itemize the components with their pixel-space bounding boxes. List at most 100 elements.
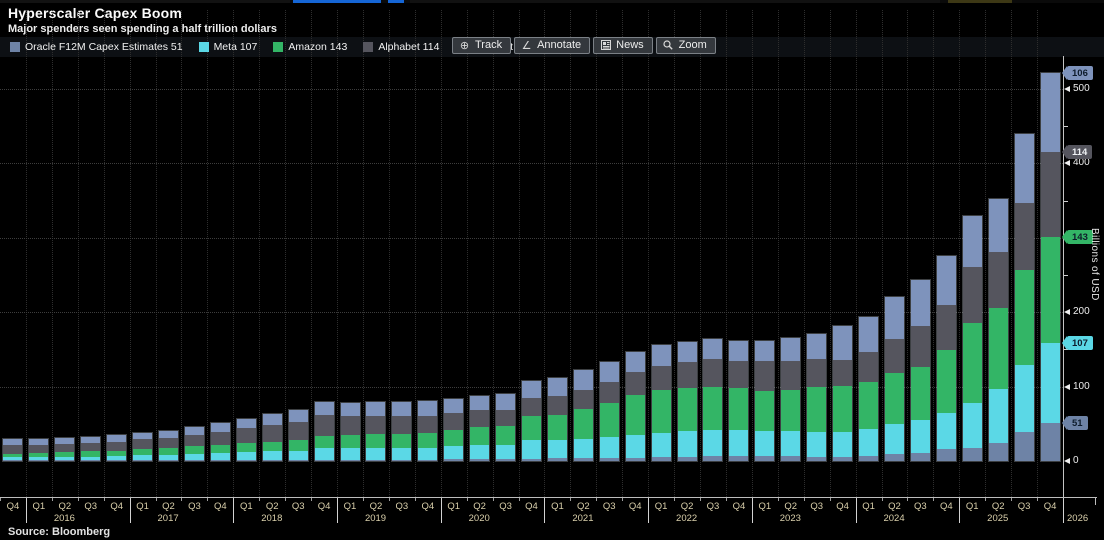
vertical-gridline (596, 10, 598, 497)
bar-segment-meta (496, 444, 516, 459)
x-axis-end-tick (1095, 498, 1096, 505)
bar-segment-meta (936, 413, 956, 450)
bar-segment-meta (729, 430, 749, 456)
bar-stack[interactable] (262, 414, 282, 461)
vertical-gridline (855, 10, 857, 497)
bar-stack[interactable] (81, 437, 101, 461)
bar-stack[interactable] (522, 380, 541, 461)
quarter-label: Q2 (680, 501, 694, 512)
bar-segment-amazon (573, 408, 593, 439)
bar-stack[interactable] (159, 430, 179, 461)
bar-segment-alphabet (625, 371, 645, 395)
y-axis-line (1063, 56, 1064, 497)
quarter-label: Q1 (32, 501, 46, 512)
bar-stack[interactable] (910, 279, 930, 461)
bar-segment-alphabet (988, 251, 1008, 309)
bar-stack[interactable] (573, 370, 593, 461)
plot-area (0, 10, 1063, 497)
bar-segment-oracle (833, 456, 853, 461)
quarter-label: Q3 (706, 501, 720, 512)
legend-swatch (198, 42, 209, 52)
legend-item-alphabet[interactable]: Alphabet 114 (363, 41, 439, 53)
bar-stack[interactable] (55, 437, 75, 461)
year-boundary-tick (544, 498, 546, 523)
bar-segment-alphabet (547, 396, 567, 415)
bar-stack[interactable] (314, 402, 334, 461)
bar-stack[interactable] (133, 432, 153, 461)
bar-stack[interactable] (625, 351, 645, 461)
bar-segment-amazon (884, 373, 904, 424)
bar-segment-oracle (599, 458, 619, 461)
bar-segment-amazon (988, 308, 1008, 389)
bar-segment-oracle (470, 458, 490, 461)
bar-stack[interactable] (470, 395, 490, 461)
bar-segment-meta (288, 450, 308, 460)
bar-segment-alphabet (418, 416, 438, 433)
bar-stack[interactable] (236, 418, 256, 461)
bar-segment-meta (910, 420, 930, 453)
bar-stack[interactable] (29, 438, 49, 461)
legend-item-meta[interactable]: Meta 107 (198, 41, 257, 53)
bar-segment-microsoft (599, 362, 619, 383)
bar-stack[interactable] (340, 403, 360, 461)
bar-stack[interactable] (833, 326, 853, 461)
quarter-label: Q1 (551, 501, 564, 512)
bar-segment-oracle (573, 458, 593, 461)
bar-stack[interactable] (884, 296, 904, 461)
legend-item-oracle[interactable]: Oracle F12M Capex Estimates 51 (10, 41, 183, 53)
bar-segment-microsoft (677, 342, 697, 363)
annotate-button[interactable]: ∠ Annotate (514, 37, 591, 54)
legend-item-amazon[interactable]: Amazon 143 (273, 41, 347, 53)
bar-stack[interactable] (3, 439, 23, 461)
bar-stack[interactable] (210, 423, 230, 461)
bar-stack[interactable] (755, 340, 775, 461)
bar-segment-microsoft (729, 341, 749, 362)
bar-segment-oracle (1014, 431, 1034, 461)
bar-segment-amazon (262, 441, 282, 452)
bar-stack[interactable] (807, 333, 827, 461)
bar-segment-microsoft (236, 418, 256, 429)
news-button[interactable]: News (593, 37, 653, 54)
bar-segment-alphabet (392, 416, 412, 434)
bar-segment-amazon (418, 432, 438, 448)
bar-stack[interactable] (962, 215, 982, 461)
bar-segment-amazon (859, 382, 879, 430)
bar-stack[interactable] (184, 426, 204, 461)
bar-stack[interactable] (703, 339, 723, 461)
bar-segment-microsoft (962, 215, 982, 267)
bar-stack[interactable] (288, 410, 308, 461)
bar-stack[interactable] (1014, 134, 1034, 461)
bar-stack[interactable] (859, 316, 879, 461)
bar-stack[interactable] (1040, 73, 1060, 461)
bar-segment-meta (418, 447, 438, 460)
bar-segment-oracle (677, 456, 697, 461)
bar-segment-alphabet (859, 352, 879, 383)
bar-stack[interactable] (781, 338, 801, 461)
bar-segment-microsoft (625, 351, 645, 372)
bar-stack[interactable] (392, 401, 412, 461)
vertical-gridline (337, 10, 339, 497)
bar-segment-meta (677, 431, 697, 457)
bar-stack[interactable] (988, 199, 1008, 461)
bar-segment-alphabet (236, 428, 256, 444)
top-strip-highlight-small (388, 0, 404, 3)
bar-segment-oracle (703, 455, 723, 461)
track-button[interactable]: ⊕ Track (452, 37, 512, 54)
bar-stack[interactable] (936, 255, 956, 461)
legend-label: Amazon 143 (288, 41, 348, 53)
bar-stack[interactable] (366, 402, 386, 461)
bar-segment-amazon (288, 440, 308, 451)
bar-stack[interactable] (599, 362, 619, 461)
vertical-gridline (674, 10, 676, 497)
bar-segment-meta (807, 432, 827, 457)
bar-stack[interactable] (729, 341, 749, 461)
vertical-gridline (285, 10, 287, 497)
bar-stack[interactable] (677, 342, 697, 461)
bar-stack[interactable] (418, 400, 438, 461)
zoom-button[interactable]: Zoom (655, 37, 716, 54)
bar-stack[interactable] (496, 394, 516, 461)
bar-stack[interactable] (107, 435, 127, 461)
bar-stack[interactable] (547, 378, 567, 461)
bar-stack[interactable] (444, 398, 464, 461)
bar-stack[interactable] (651, 344, 671, 461)
